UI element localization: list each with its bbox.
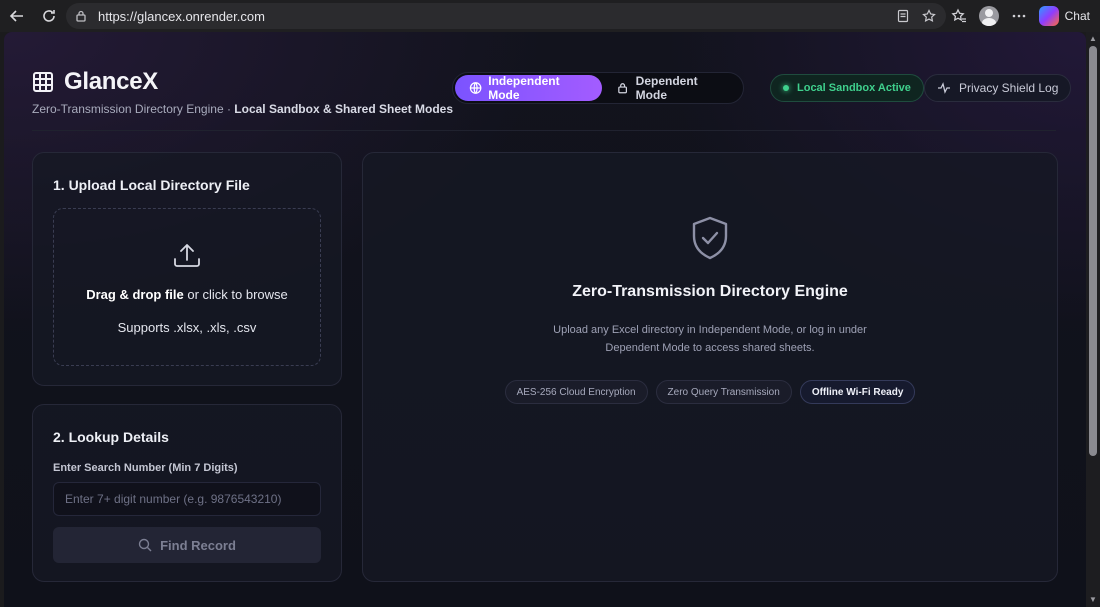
lookup-card-title: 2. Lookup Details [53,429,169,445]
shield-check-icon [692,216,728,260]
browser-toolbar: https://glancex.onrender.com Chat [0,0,1100,32]
brand-name: GlanceX [64,68,158,95]
upload-card-title: 1. Upload Local Directory File [53,177,250,193]
find-record-button[interactable]: Find Record [53,527,321,563]
scroll-thumb[interactable] [1089,46,1097,456]
grid-icon [33,72,53,92]
chat-label[interactable]: Chat [1065,9,1090,23]
dependent-mode-button[interactable]: Dependent Mode [602,74,741,102]
subtitle-bold: Local Sandbox & Shared Sheet Modes [234,102,453,116]
profile-icon[interactable] [978,6,999,26]
lookup-card: 2. Lookup Details Enter Search Number (M… [32,404,342,582]
sandbox-status-badge: Local Sandbox Active [770,74,924,102]
independent-mode-label: Independent Mode [488,74,560,102]
drop-bold: Drag & drop file [86,287,184,302]
find-record-label: Find Record [160,537,236,553]
tag-offline: Offline Wi-Fi Ready [799,380,916,404]
main-panel: Zero-Transmission Directory Engine Uploa… [362,152,1058,582]
subtitle-prefix: Zero-Transmission Directory Engine · [32,102,235,116]
privacy-shield-log-label: Privacy Shield Log [959,81,1059,95]
search-icon [138,538,152,552]
star-icon[interactable] [920,7,938,25]
file-dropzone[interactable]: Drag & drop file or click to browse Supp… [53,208,321,366]
tag-zero-query: Zero Query Transmission [655,380,792,404]
address-bar[interactable]: https://glancex.onrender.com [66,3,946,29]
copilot-icon[interactable] [1038,6,1059,26]
privacy-shield-log-button[interactable]: Privacy Shield Log [924,74,1072,102]
lock-icon[interactable] [74,9,88,23]
back-icon[interactable] [2,1,32,31]
tag-encryption: AES-256 Cloud Encryption [504,380,648,404]
feature-tags: AES-256 Cloud Encryption Zero Query Tran… [504,380,916,404]
scroll-down-icon[interactable]: ▼ [1089,596,1097,604]
page-viewport: GlanceX Zero-Transmission Directory Engi… [4,32,1086,607]
upload-icon [174,244,200,267]
mode-toggle: Independent Mode Dependent Mode [452,72,744,104]
supported-formats: Supports .xlsx, .xls, .csv [117,320,257,335]
upload-card: 1. Upload Local Directory File Drag & dr… [32,152,342,386]
reload-icon[interactable] [34,1,64,31]
globe-icon [469,82,482,94]
header-divider [32,130,1056,131]
main-title: Zero-Transmission Directory Engine [572,283,848,300]
main-description: Upload any Excel directory in Independen… [553,324,867,354]
scroll-up-icon[interactable]: ▲ [1089,35,1097,43]
favorites-icon[interactable] [949,6,969,26]
lock-icon [618,83,628,94]
reader-icon[interactable] [894,7,912,25]
independent-mode-button[interactable]: Independent Mode [455,74,603,102]
more-icon[interactable] [1009,6,1029,26]
search-number-input[interactable] [53,482,321,516]
brand: GlanceX [32,68,158,96]
page-subtitle: Zero-Transmission Directory Engine · Loc… [32,102,453,116]
sandbox-status-label: Local Sandbox Active [797,82,911,94]
dependent-mode-label: Dependent Mode [635,74,698,102]
page-scrollbar[interactable]: ▲ ▼ [1086,32,1100,607]
drop-instructions: Drag & drop file or click to browse [86,287,288,302]
url-text[interactable]: https://glancex.onrender.com [98,9,265,24]
drop-rest: or click to browse [183,287,288,302]
search-number-label: Enter Search Number (Min 7 Digits) [53,462,238,474]
status-dot [783,85,789,91]
pulse-icon [938,82,950,94]
